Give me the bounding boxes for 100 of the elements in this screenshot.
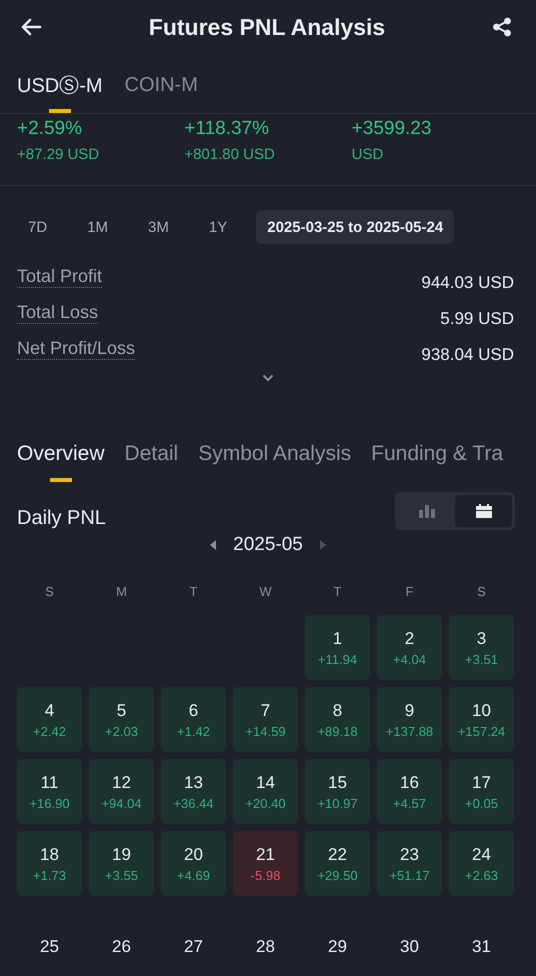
day-cell[interactable]: 22 +29.50	[305, 831, 370, 896]
previous-month-icon[interactable]	[210, 540, 218, 550]
day-cell[interactable]: 28	[233, 903, 298, 968]
day-cell[interactable]: 27	[161, 903, 226, 968]
chevron-down-icon[interactable]	[262, 374, 274, 382]
month-label: 2025-05	[233, 534, 303, 556]
day-number: 8	[332, 700, 342, 720]
day-pnl: +10.97	[317, 796, 358, 810]
day-pnl: +4.69	[177, 868, 210, 882]
day-number: 18	[40, 844, 59, 864]
day-cell[interactable]: 31	[449, 903, 514, 968]
day-cell[interactable]: 12 +94.04	[89, 759, 154, 824]
day-number: 28	[256, 937, 275, 957]
stat-value: +3599.23	[352, 118, 432, 140]
day-cell[interactable]: 21 -5.98	[233, 831, 298, 896]
day-pnl: +16.90	[29, 796, 70, 810]
share-icon[interactable]	[492, 17, 512, 37]
day-number: 21	[256, 844, 275, 864]
section-tab[interactable]: Detail	[124, 442, 178, 482]
day-number: 17	[472, 772, 491, 792]
day-cell[interactable]: 25	[17, 903, 82, 968]
day-number: 20	[184, 844, 203, 864]
day-cell[interactable]: 3 +3.51	[449, 615, 514, 680]
day-number: 27	[184, 937, 203, 957]
day-number: 12	[112, 772, 131, 792]
day-cell[interactable]: 16 +4.57	[377, 759, 442, 824]
day-pnl: +4.04	[393, 652, 426, 666]
day-number: 31	[472, 937, 491, 957]
stat-subvalue: +801.80 USD	[184, 146, 276, 163]
day-cell[interactable]: 24 +2.63	[449, 831, 514, 896]
summary-label[interactable]: Total Loss	[17, 302, 98, 324]
day-number: 14	[256, 772, 275, 792]
day-cell[interactable]: 2 +4.04	[377, 615, 442, 680]
day-number: 13	[184, 772, 203, 792]
day-number: 19	[112, 844, 131, 864]
day-pnl: +51.17	[389, 868, 430, 882]
day-pnl: +1.42	[177, 724, 210, 738]
day-cell[interactable]: 5 +2.03	[89, 687, 154, 752]
day-cell[interactable]: 14 +20.40	[233, 759, 298, 824]
day-pnl: +29.50	[317, 868, 358, 882]
day-number: 6	[188, 700, 198, 720]
day-cell[interactable]: 29	[305, 903, 370, 968]
weekday-label: W	[258, 584, 273, 601]
section-tab[interactable]: Overview	[17, 442, 105, 482]
day-pnl: +89.18	[317, 724, 358, 738]
period-chip[interactable]: 2025-03-25 to 2025-05-24	[256, 210, 454, 244]
stat-value: +2.59%	[17, 118, 83, 140]
day-cell[interactable]: 17 +0.05	[449, 759, 514, 824]
day-cell[interactable]: 8 +89.18	[305, 687, 370, 752]
day-number: 2	[404, 628, 414, 648]
weekday-label: T	[332, 584, 342, 601]
summary-label[interactable]: Net Profit/Loss	[17, 338, 136, 360]
day-pnl: +20.40	[245, 796, 286, 810]
day-pnl: +1.73	[33, 868, 66, 882]
day-number: 11	[40, 772, 58, 792]
bar-chart-icon	[418, 504, 436, 518]
weekday-label: S	[476, 584, 487, 601]
day-cell[interactable]: 10 +157.24	[449, 687, 514, 752]
weekday-label: S	[44, 584, 55, 601]
period-chip[interactable]: 3M	[137, 210, 180, 244]
stat-subvalue: +87.29 USD	[17, 146, 100, 163]
day-cell[interactable]: 6 +1.42	[161, 687, 226, 752]
period-chip[interactable]: 1M	[76, 210, 120, 244]
day-cell[interactable]: 1 +11.94	[305, 615, 370, 680]
day-cell[interactable]: 19 +3.55	[89, 831, 154, 896]
day-pnl: +14.59	[245, 724, 286, 738]
market-tab[interactable]: USDⓈ-M	[17, 68, 103, 113]
day-number: 10	[472, 700, 491, 720]
day-pnl: +0.05	[465, 796, 498, 810]
day-cell[interactable]: 30	[377, 903, 442, 968]
day-pnl: -5.98	[250, 868, 280, 882]
day-cell[interactable]: 23 +51.17	[377, 831, 442, 896]
day-number: 30	[400, 937, 419, 957]
summary-value: 938.04 USD	[421, 345, 514, 365]
day-pnl: +137.88	[386, 724, 434, 738]
summary-value: 5.99 USD	[440, 309, 514, 329]
period-chip[interactable]: 1Y	[198, 210, 238, 244]
weekday-label: T	[188, 584, 198, 601]
section-tab[interactable]: Symbol Analysis	[198, 442, 352, 482]
day-cell[interactable]: 20 +4.69	[161, 831, 226, 896]
day-pnl: +4.57	[393, 796, 426, 810]
market-tab[interactable]: COIN-M	[124, 68, 198, 113]
day-cell[interactable]: 7 +14.59	[233, 687, 298, 752]
day-cell[interactable]: 26	[89, 903, 154, 968]
day-number: 24	[472, 844, 491, 864]
day-number: 9	[404, 700, 414, 720]
period-chip[interactable]: 7D	[17, 210, 58, 244]
day-cell[interactable]: 13 +36.44	[161, 759, 226, 824]
day-cell[interactable]: 4 +2.42	[17, 687, 82, 752]
day-number: 5	[116, 700, 126, 720]
day-cell[interactable]: 9 +137.88	[377, 687, 442, 752]
summary-label[interactable]: Total Profit	[17, 266, 102, 288]
day-cell[interactable]: 18 +1.73	[17, 831, 82, 896]
day-cell[interactable]: 15 +10.97	[305, 759, 370, 824]
back-arrow-icon[interactable]	[20, 18, 42, 36]
calendar-icon	[476, 504, 492, 518]
calendar-view-button[interactable]	[455, 495, 512, 527]
day-cell[interactable]: 11 +16.90	[17, 759, 82, 824]
section-tab[interactable]: Funding & Tra	[371, 442, 504, 482]
day-pnl: +2.42	[33, 724, 66, 738]
